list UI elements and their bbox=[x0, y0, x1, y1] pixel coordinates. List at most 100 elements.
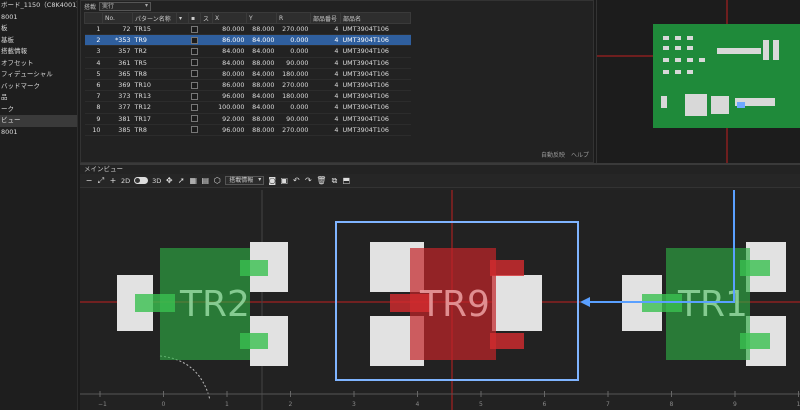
col-header-part-no[interactable]: 部品番号 bbox=[310, 12, 341, 24]
lock-cell bbox=[188, 113, 201, 125]
tree-item[interactable]: ボード_1150（C8K4001） bbox=[0, 0, 77, 12]
row-checkbox[interactable] bbox=[190, 25, 198, 33]
layer-icon[interactable]: ▤ bbox=[201, 176, 210, 185]
row-checkbox[interactable] bbox=[190, 115, 198, 123]
table-cell: 10 bbox=[84, 124, 103, 136]
snapshot-icon[interactable]: ▣ bbox=[280, 176, 289, 185]
table-row[interactable]: 5 365 TR8 80.000 84.000 180.000 4 UMT3904T106 bbox=[84, 68, 411, 80]
undo-icon[interactable]: ↶ bbox=[292, 176, 300, 185]
help-label[interactable]: ヘルプ bbox=[571, 150, 589, 159]
tree-item[interactable]: 搭載情報 bbox=[0, 46, 77, 58]
table-cell: 84.000 bbox=[212, 45, 247, 58]
tree-item[interactable]: 8001 bbox=[0, 12, 77, 24]
tree-item[interactable]: 基板 bbox=[0, 35, 77, 47]
table-row[interactable]: 10 385 TR8 96.000 88.000 270.000 4 UMT3904T106 bbox=[84, 124, 411, 136]
fit-icon[interactable]: ⤢ bbox=[97, 176, 105, 185]
tree-item[interactable]: オフセット bbox=[0, 58, 77, 70]
table-cell: 86.000 bbox=[212, 34, 247, 47]
pan-icon[interactable]: ✥ bbox=[165, 176, 173, 185]
pointer-icon[interactable]: ➚ bbox=[177, 176, 185, 185]
col-header-part-name[interactable]: 部品名 bbox=[340, 12, 411, 24]
table-cell: 1 bbox=[84, 23, 103, 36]
lead bbox=[135, 294, 175, 312]
table-row[interactable]: 8 377 TR12 100.000 84.000 0.000 4 UMT3904T106 bbox=[84, 101, 411, 114]
table-cell: 270.000 bbox=[276, 79, 311, 92]
col-header[interactable] bbox=[84, 12, 103, 24]
copy-icon[interactable]: ⧉ bbox=[330, 176, 338, 185]
row-checkbox[interactable] bbox=[190, 103, 198, 111]
table-row[interactable]: 2 *353 TR9 86.000 84.000 0.000 4 UMT3904T106 bbox=[84, 34, 411, 47]
table-cell: 369 bbox=[102, 79, 133, 92]
table-cell: TR10 bbox=[132, 79, 177, 92]
frame-icon[interactable]: ⬒ bbox=[342, 176, 351, 185]
lead bbox=[490, 260, 524, 276]
view-2d-3d-toggle[interactable] bbox=[134, 177, 149, 184]
ruler-label: 0 bbox=[162, 401, 166, 408]
tree-item[interactable]: 板 bbox=[0, 23, 77, 35]
table-cell: 9 bbox=[84, 113, 103, 125]
mode-select[interactable]: 実行 bbox=[99, 2, 152, 11]
col-header-y[interactable]: Y bbox=[246, 12, 277, 24]
row-checkbox[interactable] bbox=[190, 36, 198, 44]
lead bbox=[740, 260, 770, 276]
main-canvas-svg: TR2 TR9 TR1 −1 0 1 2 3 4 5 6 7 8 9 1 bbox=[80, 165, 800, 410]
redo-icon[interactable]: ↷ bbox=[304, 176, 312, 185]
col-header-no[interactable]: No. bbox=[102, 12, 133, 24]
table-cell bbox=[200, 68, 213, 80]
table-row[interactable]: 3 357 TR2 84.000 84.000 0.000 4 UMT3904T106 bbox=[84, 45, 411, 58]
table-cell: 7 bbox=[84, 90, 103, 103]
row-checkbox[interactable] bbox=[190, 126, 198, 134]
col-header-r[interactable]: R bbox=[276, 12, 311, 24]
table-cell: 96.000 bbox=[212, 90, 247, 103]
lock-cell bbox=[188, 57, 201, 69]
row-checkbox[interactable] bbox=[190, 92, 198, 100]
board-preview[interactable] bbox=[596, 0, 800, 163]
ruler-label: −1 bbox=[98, 401, 107, 408]
tree-item[interactable]: 8001 bbox=[0, 127, 77, 139]
table-cell: 270.000 bbox=[276, 124, 311, 136]
table-cell: 84.000 bbox=[246, 101, 277, 114]
auto-reflect-label[interactable]: 自動反映 bbox=[541, 150, 565, 159]
table-cell: 377 bbox=[102, 101, 133, 114]
table-cell: 357 bbox=[102, 45, 133, 58]
table-cell: UMT3904T106 bbox=[340, 68, 411, 80]
tree-item[interactable]: フィデューシャル bbox=[0, 69, 77, 81]
delete-icon[interactable]: 🗑 bbox=[316, 176, 326, 185]
table-row[interactable]: 6 369 TR10 86.000 88.000 270.000 4 UMT3904T106 bbox=[84, 79, 411, 92]
cube-icon[interactable]: ⬡ bbox=[213, 176, 221, 185]
tree-item-selected[interactable]: ビュー bbox=[0, 115, 77, 127]
table-row[interactable]: 9 381 TR17 92.000 88.000 90.000 4 UMT3904T106 bbox=[84, 113, 411, 125]
col-header-skip[interactable]: ス bbox=[200, 12, 213, 24]
tree-item[interactable]: バッドマーク bbox=[0, 81, 77, 93]
main-canvas[interactable]: TR2 TR9 TR1 −1 0 1 2 3 4 5 6 7 8 9 1 bbox=[80, 165, 800, 410]
table-cell bbox=[200, 124, 213, 136]
table-row[interactable]: 7 373 TR13 96.000 84.000 180.000 4 UMT3904T106 bbox=[84, 90, 411, 103]
table-cell: 0.000 bbox=[276, 34, 311, 47]
table-row[interactable]: 4 361 TR5 84.000 88.000 90.000 4 UMT3904T106 bbox=[84, 57, 411, 69]
tree-item[interactable]: ーク bbox=[0, 104, 77, 116]
camera-icon[interactable]: ◙ bbox=[268, 176, 276, 185]
zoom-in-icon[interactable]: + bbox=[109, 176, 117, 185]
row-checkbox[interactable] bbox=[190, 59, 198, 67]
display-mode-dropdown[interactable]: 搭載情報 bbox=[225, 176, 265, 185]
table-cell: UMT3904T106 bbox=[340, 23, 411, 36]
row-checkbox[interactable] bbox=[190, 70, 198, 78]
table-cell: 385 bbox=[102, 124, 133, 136]
col-header-pattern[interactable]: パターン名称 bbox=[132, 12, 177, 24]
col-header-lock-icon[interactable]: ▪ bbox=[188, 12, 201, 24]
col-header-filter-icon[interactable]: ▾ bbox=[176, 12, 189, 24]
tree-item[interactable]: 品 bbox=[0, 92, 77, 104]
grid-icon[interactable]: ▦ bbox=[189, 176, 198, 185]
table-cell: *353 bbox=[102, 34, 133, 47]
table-cell: 88.000 bbox=[246, 79, 277, 92]
table-cell: 88.000 bbox=[246, 23, 277, 36]
component-label-tr1: TR1 bbox=[677, 284, 748, 325]
row-checkbox[interactable] bbox=[190, 81, 198, 89]
table-cell: TR8 bbox=[132, 124, 177, 136]
table-cell: 100.000 bbox=[212, 101, 247, 114]
table-row[interactable]: 1 72 TR15 80.000 88.000 270.000 4 UMT3904T106 bbox=[84, 23, 411, 36]
col-header-x[interactable]: X bbox=[212, 12, 247, 24]
checkbox-cell bbox=[176, 90, 189, 103]
row-checkbox[interactable] bbox=[190, 47, 198, 55]
zoom-out-icon[interactable]: − bbox=[85, 176, 93, 185]
